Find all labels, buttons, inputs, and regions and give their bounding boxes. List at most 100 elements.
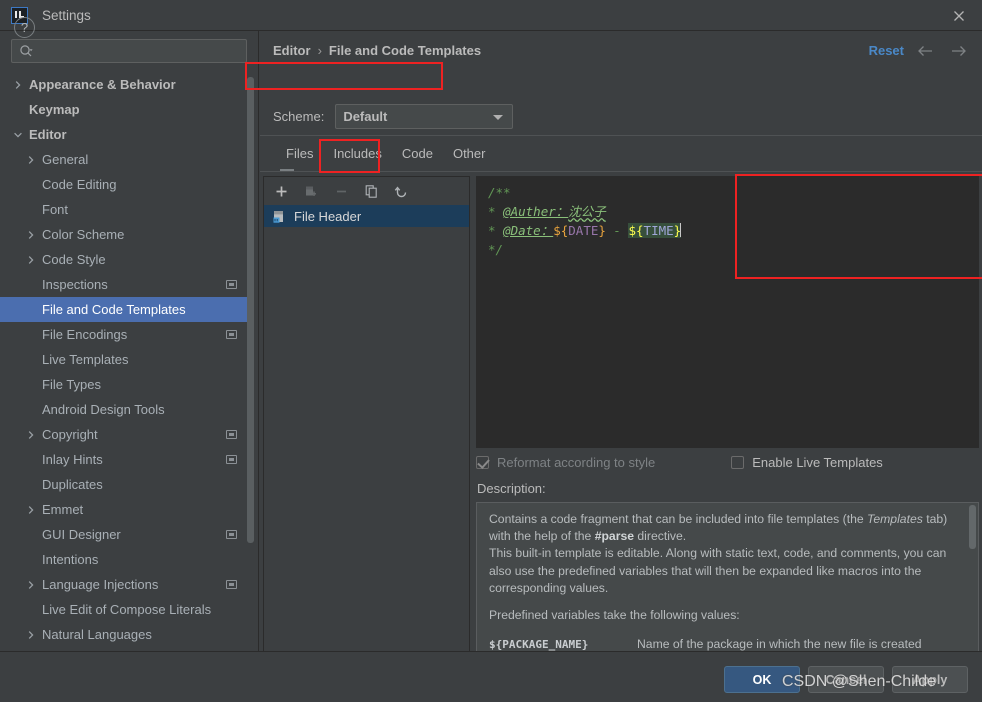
sidebar-item-label: Android Design Tools [42,402,165,417]
sidebar-item-file-encodings[interactable]: File Encodings [0,322,258,347]
sidebar-item-color-scheme[interactable]: Color Scheme [0,222,258,247]
sidebar-item-label: Appearance & Behavior [29,77,176,92]
sidebar-item-intentions[interactable]: Intentions [0,547,258,572]
code-line: * @Auther：沈公子 [488,202,978,221]
reformat-checkbox[interactable] [476,456,489,469]
sidebar-item-android-design-tools[interactable]: Android Design Tools [0,397,258,422]
sidebar-item-label: Emmet [42,502,83,517]
templates-list-panel: File Header [263,176,470,681]
chevron-right-icon[interactable] [26,253,40,267]
divider-under-scheme [260,135,982,136]
search-field[interactable] [11,39,247,63]
sidebar-item-duplicates[interactable]: Duplicates [0,472,258,497]
sidebar-item-gui-designer[interactable]: GUI Designer [0,522,258,547]
sidebar-item-label: Editor [29,127,67,142]
chevron-right-icon[interactable] [26,503,40,517]
sidebar-item-code-editing[interactable]: Code Editing [0,172,258,197]
description-paragraph-2: This built-in template is editable. Alon… [489,545,966,597]
enable-live-templates-checkbox[interactable] [731,456,744,469]
scheme-label: Scheme: [273,109,324,124]
sidebar-item-copyright[interactable]: Copyright [0,422,258,447]
file-template-icon [272,209,287,224]
sidebar-item-general[interactable]: General [0,147,258,172]
sidebar-item-inlay-hints[interactable]: Inlay Hints [0,447,258,472]
sidebar-item-label: Natural Languages [42,627,152,642]
arrow-right-icon[interactable] [949,43,968,59]
chevron-right-icon[interactable] [26,578,40,592]
templates-toolbar [264,177,469,205]
close-icon[interactable] [950,7,968,25]
sidebar-item-label: Code Editing [42,177,116,192]
sidebar-item-file-types[interactable]: File Types [0,372,258,397]
sidebar-item-label: Inspections [42,277,108,292]
sidebar-item-file-and-code-templates[interactable]: File and Code Templates [0,297,252,322]
chevron-right-icon[interactable] [13,78,27,92]
sidebar-item-keymap[interactable]: Keymap [0,97,258,122]
template-code-editor[interactable]: /*** @Auther：沈公子* @Date：${DATE} - ${TIME… [476,176,979,448]
description-paragraph-1: Contains a code fragment that can be inc… [489,511,966,545]
sidebar-item-live-edit-of-compose-literals[interactable]: Live Edit of Compose Literals [0,597,258,622]
desc-p1-a: Contains a code fragment that can be inc… [489,512,867,526]
sidebar-item-label: Inlay Hints [42,452,103,467]
sidebar-item-label: Copyright [42,427,98,442]
breadcrumb: Editor › File and Code Templates [273,43,481,58]
chevron-right-icon[interactable] [26,628,40,642]
description-label: Description: [477,481,546,496]
chevron-right-icon[interactable] [26,153,40,167]
cancel-button[interactable]: Cancel [808,666,884,693]
sidebar-item-font[interactable]: Font [0,197,258,222]
chevron-right-icon[interactable] [26,428,40,442]
desc-p1-bold: #parse [595,529,634,543]
template-tabs: FilesIncludesCodeOther [260,143,982,170]
desc-p1-c: directive. [634,529,686,543]
sidebar-item-label: Font [42,202,68,217]
sidebar-scrollbar-thumb[interactable] [247,77,254,543]
code-line: */ [488,240,978,259]
chevron-down-icon[interactable] [13,128,27,142]
reset-link[interactable]: Reset [869,43,904,58]
tab-other[interactable]: Other [443,143,496,168]
sidebar-item-appearance-behavior[interactable]: Appearance & Behavior [0,72,258,97]
tab-includes[interactable]: Includes [323,143,391,168]
undo-arrow-icon[interactable] [393,183,410,200]
copy-template-icon [303,183,320,200]
description-scrollbar-thumb[interactable] [969,505,976,549]
breadcrumb-separator: › [318,43,322,58]
sidebar-item-code-style[interactable]: Code Style [0,247,258,272]
sidebar-item-editor[interactable]: Editor [0,122,258,147]
help-button[interactable]: ? [14,17,35,38]
desc-p1-italic: Templates [867,512,923,526]
project-scope-badge-icon [226,280,237,289]
sidebar-item-label: File Types [42,377,101,392]
add-button[interactable] [273,183,290,200]
search-input[interactable] [33,43,246,59]
template-options-row: Reformat according to style Enable Live … [476,455,883,470]
sidebar-item-natural-languages[interactable]: Natural Languages [0,622,258,647]
chevron-right-icon[interactable] [26,228,40,242]
sidebar-item-emmet[interactable]: Emmet [0,497,258,522]
tab-code[interactable]: Code [392,143,443,168]
template-list-item[interactable]: File Header [264,205,469,227]
settings-tree: Appearance & Behavior Keymap Editor General… [0,72,258,642]
sidebar-item-label: File and Code Templates [42,302,186,317]
sidebar-item-live-templates[interactable]: Live Templates [0,347,258,372]
sidebar-item-language-injections[interactable]: Language Injections [0,572,258,597]
sidebar-item-label: Duplicates [42,477,103,492]
breadcrumb-parent[interactable]: Editor [273,43,311,58]
scheme-row: Scheme: Default [273,104,513,129]
sidebar-item-inspections[interactable]: Inspections [0,272,258,297]
tab-files[interactable]: Files [276,143,323,168]
arrow-left-icon[interactable] [916,43,935,59]
sidebar-item-label: Intentions [42,552,98,567]
project-scope-badge-icon [226,530,237,539]
scheme-dropdown[interactable]: Default [335,104,513,129]
breadcrumb-current: File and Code Templates [329,43,481,58]
apply-button[interactable]: Apply [892,666,968,693]
sidebar-item-label: Code Style [42,252,106,267]
chevron-down-icon [493,115,503,120]
description-paragraph-3: Predefined variables take the following … [489,607,966,624]
ok-button[interactable]: OK [724,666,800,693]
sidebar-item-label: GUI Designer [42,527,121,542]
enable-live-templates-label: Enable Live Templates [752,455,883,470]
duplicate-icon[interactable] [363,183,380,200]
